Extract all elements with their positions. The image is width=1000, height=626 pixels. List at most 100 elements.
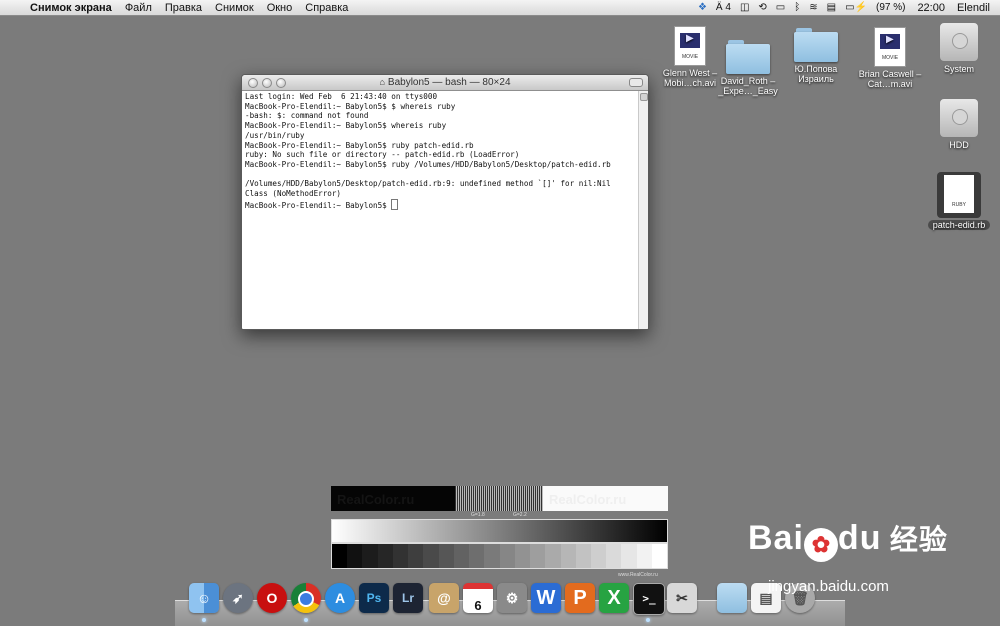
photoshop-icon[interactable]: Ps (359, 583, 389, 613)
word-icon[interactable]: W (531, 583, 561, 613)
desktop-item-label: Brian Caswell – Cat…m.avi (858, 69, 922, 89)
terminal-prompt: MacBook-Pro-Elendil:~ Babylon5$ (245, 200, 392, 210)
lightroom-icon[interactable]: Lr (393, 583, 423, 613)
menu-app-name[interactable]: Снимок экрана (30, 2, 112, 14)
terminal-window[interactable]: ⌂ Babylon5 — bash — 80×24 Last login: Wed… (241, 74, 649, 330)
app-store-icon[interactable]: A (325, 583, 355, 613)
terminal-line: ruby: No such file or directory -- patch… (245, 150, 520, 160)
bluetooth-icon[interactable]: ᛒ (794, 2, 800, 13)
hard-disk-icon (939, 98, 979, 138)
watermark-url: jingyan.baidu.com (768, 578, 889, 595)
realcolor-source: www.RealColor.ru (618, 572, 658, 578)
menu-file[interactable]: Файл (125, 2, 152, 14)
time-machine-icon[interactable]: ⟲ (758, 2, 766, 13)
adobe-icon[interactable]: Ä 4 (716, 2, 731, 13)
terminal-line: /usr/bin/ruby (245, 130, 305, 140)
desktop-item-patch-edid[interactable]: RUBY patch-edid.rb (924, 172, 994, 230)
realcolor-text-dark: RealColor.ru (337, 492, 415, 507)
watermark-brand-suffix: du (837, 519, 882, 557)
terminal-line: -bash: $: command not found (245, 111, 369, 121)
grayscale-steps (331, 543, 668, 569)
ruby-file-icon: RUBY (937, 172, 981, 218)
menu-edit[interactable]: Правка (165, 2, 202, 14)
text-cursor (391, 198, 399, 210)
powerpoint-icon[interactable]: P (565, 583, 595, 613)
folder-icon (726, 40, 770, 74)
baidu-paw-icon: ✿ (803, 527, 838, 562)
zoom-button[interactable] (276, 78, 286, 88)
menu-help[interactable]: Справка (305, 2, 348, 14)
excel-icon[interactable]: X (599, 583, 629, 613)
desktop-item-label: Ю.Попова Израиль (794, 64, 838, 84)
baidu-watermark: Bai ✿ du 经验 jingyan.baidu.com (748, 518, 948, 595)
movie-file-icon: MOVIE (874, 27, 906, 67)
scissors-icon[interactable]: ✂ (667, 583, 697, 613)
display-icon[interactable]: ▭ (776, 2, 785, 13)
running-indicator (646, 618, 650, 622)
menu-capture[interactable]: Снимок (215, 2, 254, 14)
menu-bar: Снимок экрана Файл Правка Снимок Окно Сп… (0, 0, 1000, 16)
watermark-brand-cn: 经验 (889, 524, 948, 555)
clock[interactable]: 22:00 (917, 2, 945, 14)
system-preferences-icon[interactable]: ⚙ (497, 583, 527, 613)
realcolor-text-light: RealColor.ru (549, 492, 627, 507)
toolbar-toggle-button[interactable] (629, 78, 643, 87)
battery-icon[interactable]: ▭⚡ (845, 2, 867, 13)
folder-icon[interactable] (717, 583, 747, 613)
scrollbar-thumb[interactable] (640, 93, 648, 101)
desktop-item-movie-brian[interactable]: MOVIE Brian Caswell – Cat…m.avi (855, 27, 925, 89)
desktop-item-label: HDD (949, 140, 969, 150)
running-indicator (304, 618, 308, 622)
gpu-switch-icon[interactable]: ◫ (740, 2, 749, 13)
close-button[interactable] (248, 78, 258, 88)
adobe-badge: 4 (725, 2, 731, 13)
terminal-line: Class (NoMethodError) (245, 189, 342, 199)
chrome-icon[interactable] (291, 583, 321, 613)
address-book-icon[interactable]: @ (429, 583, 459, 613)
calendar-icon[interactable]: 6 (463, 583, 493, 613)
movie-file-icon: MOVIE (674, 26, 706, 66)
terminal-title: Babylon5 — bash — 80×24 (387, 77, 511, 88)
dropbox-icon[interactable]: ❖ (698, 2, 707, 13)
wifi-icon[interactable]: ≋ (809, 2, 817, 13)
terminal-line: MacBook-Pro-Elendil:~ Babylon5$ ruby /Vo… (245, 159, 611, 169)
calendar-day: 6 (474, 598, 482, 613)
watermark-brand: Bai (748, 519, 804, 557)
gamma-label: G=1.8 (471, 512, 485, 518)
minimize-button[interactable] (262, 78, 272, 88)
desktop-item-system-disk[interactable]: System (924, 22, 994, 74)
flag-icon[interactable]: ▤ (827, 2, 836, 13)
dock: ☺ ➶ O A Ps Lr @ 6 ⚙ W P X >_ ✂ ▤ 🗑 (175, 580, 845, 626)
hard-disk-icon (939, 22, 979, 62)
terminal-scrollbar[interactable] (638, 91, 648, 329)
menu-status-area: ❖ Ä 4 ◫ ⟲ ▭ ᛒ ≋ ▤ ▭⚡ (97 %) 22:00 Elendi… (689, 0, 1000, 15)
desktop-item-hdd-disk[interactable]: HDD (924, 98, 994, 150)
terminal-output[interactable]: Last login: Wed Feb 6 21:43:40 on ttys00… (245, 92, 636, 327)
terminal-icon[interactable]: >_ (633, 583, 665, 615)
terminal-prompt-line: MacBook-Pro-Elendil:~ Babylon5$ (245, 198, 636, 211)
terminal-line: MacBook-Pro-Elendil:~ Babylon5$ ruby pat… (245, 140, 474, 150)
gamma-label: G=2.2 (513, 512, 527, 518)
terminal-line: /Volumes/HDD/Babylon5/Desktop/patch-edid… (245, 179, 611, 189)
user-name[interactable]: Elendil (957, 2, 990, 14)
desktop-item-label: patch-edid.rb (927, 220, 991, 230)
opera-icon[interactable]: O (257, 583, 287, 613)
realcolor-gamma-strip: RealColor.ru RealColor.ru G=1.8 G=2.2 (331, 486, 668, 518)
home-icon: ⌂ (379, 77, 385, 87)
desktop-item-label: System (943, 64, 974, 74)
launchpad-icon[interactable]: ➶ (223, 583, 253, 613)
terminal-line: MacBook-Pro-Elendil:~ Babylon5$ $ wherei… (245, 101, 456, 111)
menu-window[interactable]: Окно (267, 2, 293, 14)
terminal-titlebar[interactable]: ⌂ Babylon5 — bash — 80×24 (242, 75, 648, 91)
finder-icon[interactable]: ☺ (189, 583, 219, 613)
folder-icon (794, 28, 838, 62)
desktop-item-folder-david[interactable]: David_Roth – _Expe…_Easy (713, 40, 783, 96)
grayscale-gradient (331, 519, 668, 543)
battery-percent: (97 %) (875, 2, 906, 13)
desktop-item-folder-popova[interactable]: Ю.Попова Израиль (781, 28, 851, 84)
terminal-line: Last login: Wed Feb 6 21:43:40 on ttys00… (245, 92, 438, 101)
running-indicator (202, 618, 206, 622)
terminal-line: MacBook-Pro-Elendil:~ Babylon5$ whereis … (245, 121, 447, 131)
desktop-item-label: David_Roth – _Expe…_Easy (718, 76, 778, 96)
